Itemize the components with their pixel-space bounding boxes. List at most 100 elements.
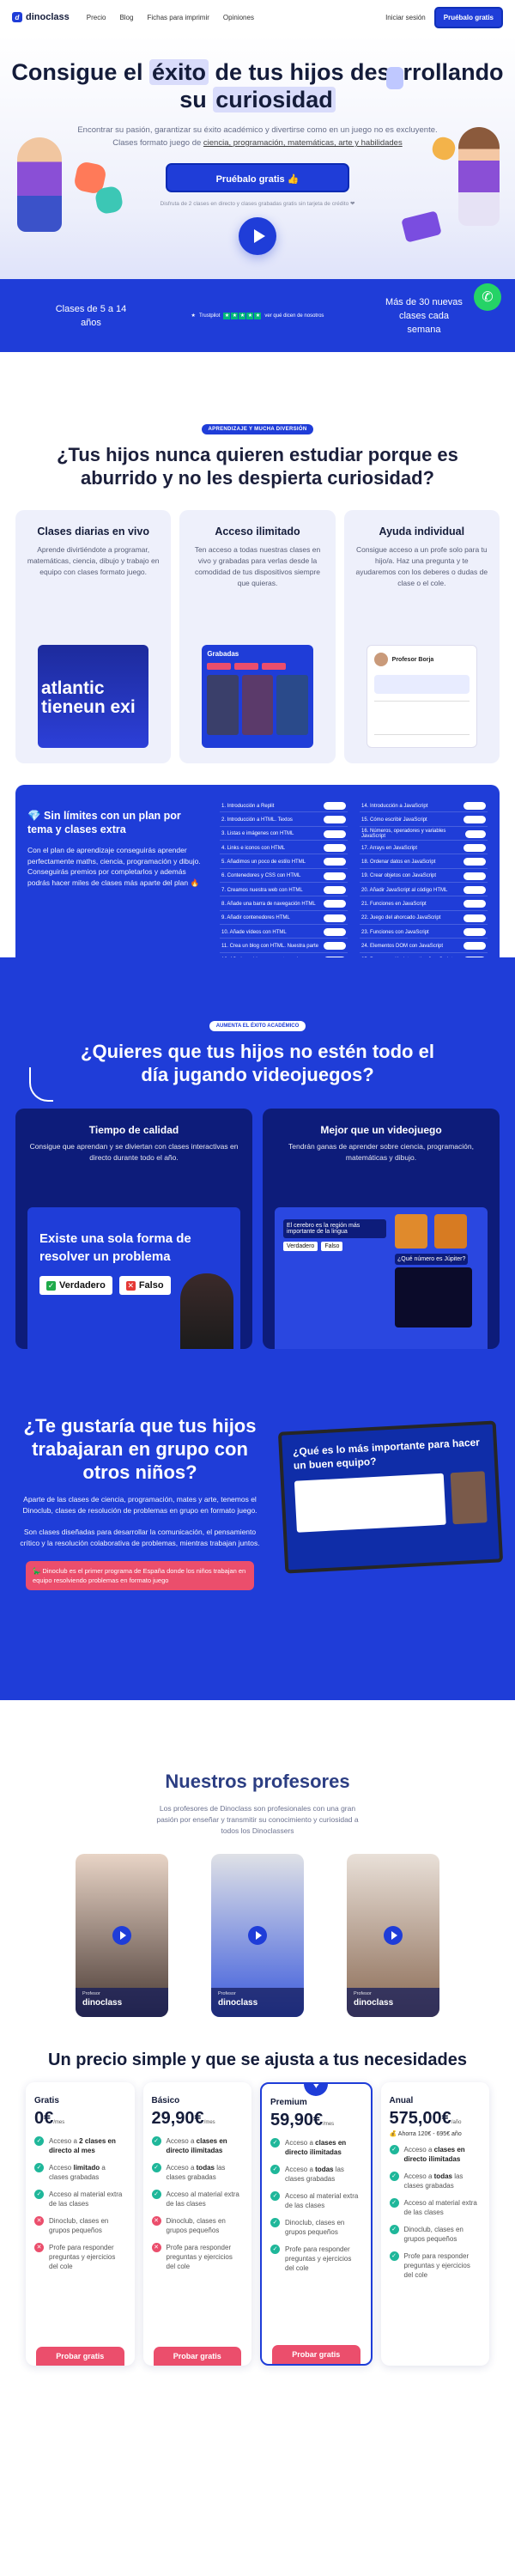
trustpilot-link[interactable]: ver qué dicen de nosotros xyxy=(264,313,324,319)
lesson-row[interactable]: 24. Elementos DOM con JavaScript xyxy=(360,940,488,953)
lesson-row[interactable]: 23. Funciones con JavaScript xyxy=(360,927,488,939)
lesson-row[interactable]: 2. Introducción a HTML. Textos xyxy=(220,814,348,827)
hero-title: Consigue el éxito de tus hijos desarroll… xyxy=(11,59,504,112)
lesson-progress-pill xyxy=(464,900,486,908)
nav-link-opiniones[interactable]: Opiniones xyxy=(223,14,254,21)
lesson-title: 2. Introducción a HTML. Textos xyxy=(221,817,293,823)
lesson-title: 14. Introducción a JavaScript xyxy=(361,803,428,809)
lesson-row[interactable]: 7. Creamos nuestra web con HTML xyxy=(220,884,348,897)
nav-link-blog[interactable]: Blog xyxy=(119,14,133,21)
lesson-progress-pill xyxy=(464,942,486,951)
lesson-row[interactable]: 10. Añade vídeos con HTML xyxy=(220,927,348,939)
group-title: ¿Te gustaría que tus hijos trabajaran en… xyxy=(23,1415,257,1483)
lesson-row[interactable]: 5. Añadimos un poco de estilo HTML xyxy=(220,856,348,869)
lesson-title: 3. Listas e imágenes con HTML xyxy=(221,831,294,837)
learning-section: APRENDIZAJE Y MUCHA DIVERSIÓN ¿Tus hijos… xyxy=(0,352,515,982)
whatsapp-icon: ✆ xyxy=(482,290,494,305)
plan-feature: ✓ Acceso a todas las clases grabadas xyxy=(151,2163,244,2182)
games-title: ¿Quieres que tus hijos no estén todo el … xyxy=(81,1041,434,1085)
check-icon: ✓ xyxy=(270,2245,280,2254)
lesson-row[interactable]: 1. Introducción a Replit xyxy=(220,800,348,813)
check-icon: ✓ xyxy=(389,2251,399,2261)
lesson-title: 5. Añadimos un poco de estilo HTML xyxy=(221,859,306,865)
plan-name: Anual xyxy=(389,2096,414,2105)
lesson-row[interactable]: 3. Listas e imágenes con HTML xyxy=(220,829,348,841)
plan-feature: ✓ Acceso a clases en directo ilimitadas xyxy=(151,2136,244,2155)
lesson-title: 16. Números, operadores y variables Java… xyxy=(361,829,446,840)
plan-feature: ✕ Profe para responder preguntas y ejerci… xyxy=(151,2243,244,2271)
stat-ages: Clases de 5 a 14 años xyxy=(55,303,127,328)
lesson-progress-pill xyxy=(324,858,346,866)
plan-saving: 💰 Ahorra 120€ - 695€ año xyxy=(389,2131,462,2137)
card-title: Clases diarias en vivo xyxy=(37,526,149,538)
nav-cta-button[interactable]: Pruébalo gratis xyxy=(433,6,503,28)
teacher-video-card[interactable]: Profesor dinoclass xyxy=(76,1854,168,2017)
login-link[interactable]: Iniciar sesión xyxy=(385,14,426,21)
lesson-row[interactable]: 18. Ordenar datos en JavaScript xyxy=(360,856,488,869)
nav-link-precio[interactable]: Precio xyxy=(87,14,106,21)
plan-feature: ✓ Dinoclub, clases en grupos pequeños xyxy=(389,2225,482,2244)
lesson-row[interactable]: 4. Links e iconos con HTML xyxy=(220,842,348,855)
quiz-true-option: ✓ Verdadero xyxy=(39,1276,112,1295)
lesson-progress-pill xyxy=(464,816,486,824)
feature-card-live: Clases diarias en vivo Aprende divirtién… xyxy=(15,510,172,763)
lesson-title: 17. Arrays en JavaScript xyxy=(361,845,418,851)
credit-card-illustration xyxy=(401,210,442,243)
lesson-row[interactable]: 19. Crear objetos con JavaScript xyxy=(360,871,488,883)
lesson-row[interactable]: 17. Arrays en JavaScript xyxy=(360,842,488,855)
cross-icon: ✕ xyxy=(34,2216,44,2226)
nav-links: Precio Blog Fichas para imprimir Opinion… xyxy=(87,14,254,21)
lesson-row[interactable]: 21. Funciones en JavaScript xyxy=(360,898,488,911)
lesson-row[interactable]: 6. Contenedores y CSS con HTML xyxy=(220,871,348,883)
lesson-progress-pill xyxy=(324,816,346,824)
stats-bar: Clases de 5 a 14 años ★ Trustpilot ★ ★ ★ ★ ★… xyxy=(0,279,515,352)
nav-link-fichas[interactable]: Fichas para imprimir xyxy=(147,14,209,21)
logo[interactable]: d dinoclass xyxy=(12,12,70,22)
section-pill-success: AUMENTA EL ÉXITO ACADÉMICO xyxy=(209,1021,306,1031)
dinoclub-tv-screenshot: ¿Qué es lo más importante para hacer un … xyxy=(277,1420,504,1574)
live-class-video-thumbnail[interactable]: atlantic tieneun exi xyxy=(38,645,149,748)
lesson-title: 18. Ordenar datos en JavaScript xyxy=(361,859,436,865)
trustpilot-widget[interactable]: ★ Trustpilot ★ ★ ★ ★ ★ ver qué dicen de noso… xyxy=(191,312,324,319)
lesson-progress-pill xyxy=(464,802,486,811)
teacher-avatar xyxy=(373,653,388,666)
plan-text: Con el plan de aprendizaje conseguirás a… xyxy=(27,846,201,887)
better-than-videogame-card: Mejor que un videojuego Tendrán ganas de… xyxy=(263,1109,500,1349)
robot-illustration xyxy=(386,67,403,89)
lesson-progress-pill xyxy=(464,872,486,880)
lesson-row[interactable]: 15. Cómo escribir JavaScript xyxy=(360,814,488,827)
hand-drawn-arrow-icon xyxy=(29,1067,53,1102)
quiz-question: Existe una sola forma de resolver un pro… xyxy=(39,1231,191,1264)
group-text-1: Aparte de las clases de ciencia, program… xyxy=(22,1495,258,1515)
lesson-title: 1. Introducción a Replit xyxy=(221,803,275,809)
lesson-row[interactable]: 8. Añade una barra de navegación HTML xyxy=(220,898,348,911)
hero-cta-button[interactable]: Pruébalo gratis 👍 xyxy=(166,163,349,192)
plan-cta-button[interactable]: Probar gratis xyxy=(153,2347,241,2366)
teachers-text: Los profesores de Dinoclass son profesio… xyxy=(156,1804,359,1835)
cross-icon: ✕ xyxy=(151,2243,161,2252)
lesson-row[interactable]: 14. Introducción a JavaScript xyxy=(360,800,488,813)
plan-name: Premium xyxy=(270,2098,307,2107)
lesson-row[interactable]: 16. Números, operadores y variables Java… xyxy=(360,829,488,841)
heart-icon: ♥ xyxy=(304,2084,329,2096)
play-video-button[interactable] xyxy=(239,217,276,255)
lesson-progress-pill xyxy=(324,844,346,853)
check-icon: ✓ xyxy=(389,2172,399,2181)
lesson-row[interactable]: 9. Añadir contenedores HTML xyxy=(220,913,348,925)
lesson-row[interactable]: 20. Añadir JavaScript al código HTML xyxy=(360,884,488,897)
hero-subtitle: Encontrar su pasión, garantizar su éxito… xyxy=(77,125,438,148)
plan-cta-button[interactable]: Probar gratis xyxy=(272,2345,360,2364)
lesson-title: 23. Funciones con JavaScript xyxy=(361,929,429,935)
lesson-list: 1. Introducción a Replit 2. Introducción … xyxy=(220,800,488,967)
lesson-progress-pill xyxy=(324,829,346,838)
lesson-row[interactable]: 22. Juego del ahorcado JavaScript xyxy=(360,913,488,925)
whatsapp-button[interactable]: ✆ xyxy=(474,283,501,311)
teacher-video-card[interactable]: Profesor dinoclass xyxy=(347,1854,439,2017)
teacher-video-card[interactable]: Profesor dinoclass xyxy=(211,1854,304,2017)
plan-price: 575,00€/año xyxy=(389,2109,462,2128)
plan-cta-button[interactable]: Probar gratis xyxy=(36,2347,124,2366)
check-icon: ✓ xyxy=(389,2198,399,2208)
logo-icon: d xyxy=(12,12,22,22)
lesson-row[interactable]: 11. Crea un blog con HTML. Nuestra parte xyxy=(220,940,348,953)
lesson-title: 10. Añade vídeos con HTML xyxy=(221,929,287,935)
